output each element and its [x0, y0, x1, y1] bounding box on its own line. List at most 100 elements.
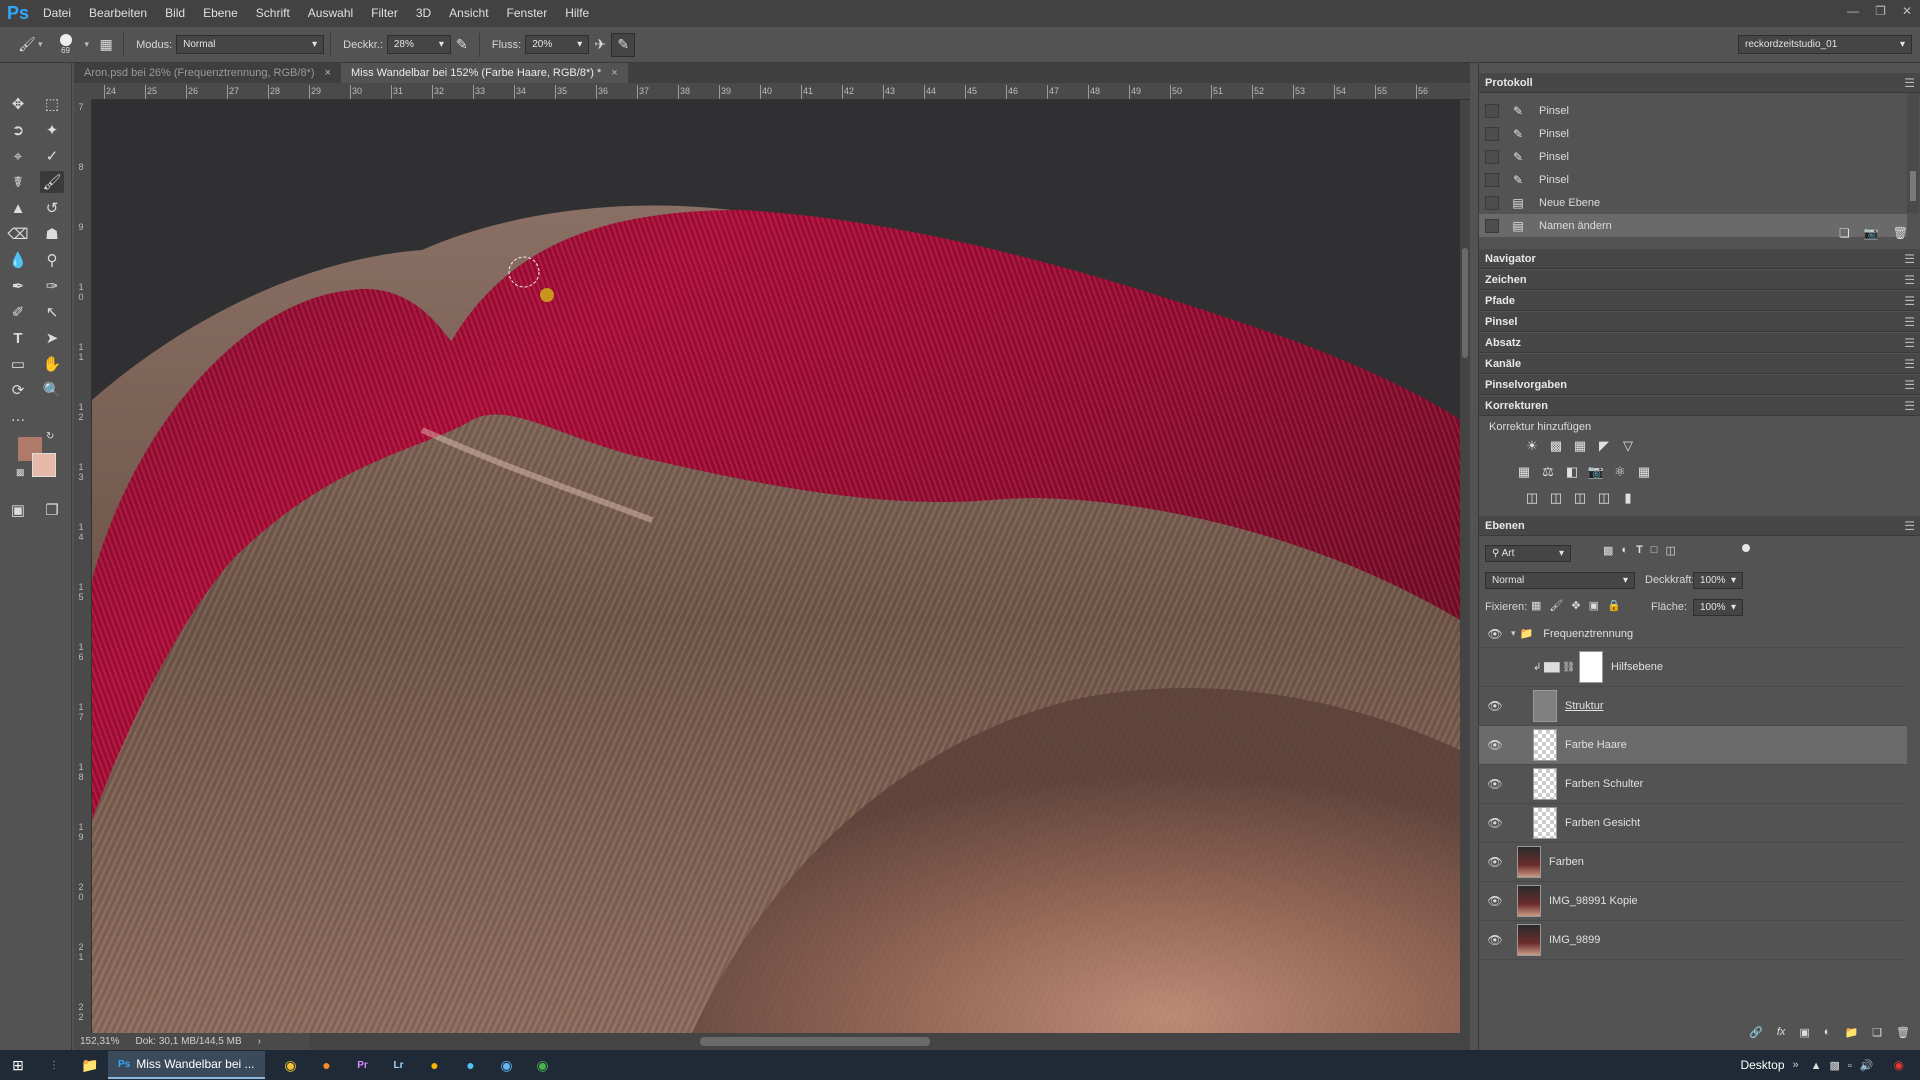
layer-thumbnail[interactable] [1517, 885, 1541, 917]
new-layer-icon[interactable]: ❏ [1872, 1026, 1882, 1039]
scroll-thumb[interactable] [1462, 248, 1468, 358]
add-mask-icon[interactable]: ▣ [1799, 1026, 1809, 1039]
pixel-layer-filter-icon[interactable]: ▩ [1603, 544, 1613, 557]
airbrush-icon[interactable]: ✈ [589, 34, 611, 56]
panel-header-4[interactable]: Absatz ☰ [1479, 333, 1920, 353]
layer-thumbnail[interactable] [1517, 846, 1541, 878]
history-state[interactable]: ▤ Neue Ebene [1479, 191, 1907, 214]
history-state[interactable]: ✎ Pinsel [1479, 145, 1907, 168]
history-source-checkbox[interactable] [1485, 149, 1499, 164]
layer-row[interactable]: 👁 Struktur [1479, 687, 1907, 726]
task-view-icon[interactable]: ⋮ [36, 1050, 72, 1080]
new-document-from-state-icon[interactable]: ❏ [1839, 226, 1850, 240]
layer-name[interactable]: Farbe Haare [1565, 739, 1627, 751]
layer-thumbnail[interactable] [1579, 651, 1604, 683]
layer-row[interactable]: 👁 IMG_98991 Kopie [1479, 882, 1907, 921]
mode-select[interactable]: Normal ▾ [176, 35, 325, 54]
screen-mode-icon[interactable]: ❐ [40, 499, 64, 521]
eye-icon[interactable]: 👁 [1483, 627, 1507, 641]
brightness-icon[interactable]: ☀ [1523, 437, 1541, 455]
close-tab-icon[interactable]: × [325, 63, 331, 83]
layer-row[interactable]: 👁 IMG_9899 [1479, 921, 1907, 960]
menu-item-7[interactable]: 3D [407, 0, 440, 27]
menu-item-1[interactable]: Bearbeiten [80, 0, 156, 27]
photo-filter-icon[interactable]: 📷 [1587, 463, 1605, 481]
adjustments-panel-header[interactable]: Korrekturen ☰ [1479, 396, 1920, 416]
eye-icon[interactable]: 👁 [1483, 816, 1507, 830]
adjustment-layer-filter-icon[interactable]: ◐ [1621, 544, 1628, 557]
color-lookup-icon[interactable]: ▦ [1635, 463, 1653, 481]
brush-tool-icon[interactable]: 🖌 [40, 171, 64, 193]
lock-position-icon[interactable]: ✥ [1571, 599, 1580, 612]
eye-icon[interactable]: 👁 [1483, 738, 1507, 752]
menu-item-5[interactable]: Auswahl [299, 0, 362, 27]
tray-icons[interactable]: ▲▩▫🔊 [1811, 1059, 1882, 1072]
hand-tool-icon[interactable]: ✋ [40, 353, 64, 375]
new-group-icon[interactable]: 📁 [1844, 1026, 1858, 1039]
layer-style-icon[interactable]: fx [1777, 1026, 1786, 1039]
selective-color-icon[interactable]: ◫ [1595, 489, 1613, 507]
new-adjustment-layer-icon[interactable]: ◐ [1824, 1026, 1831, 1039]
eye-icon[interactable]: 👁 [1483, 855, 1507, 869]
history-source-checkbox[interactable] [1485, 172, 1499, 187]
app-icon-2[interactable]: ● [417, 1050, 453, 1080]
close-icon[interactable]: ✕ [1902, 4, 1912, 18]
layer-row[interactable]: 👁 Farbe Haare [1479, 726, 1907, 765]
firefox-icon[interactable]: ● [309, 1050, 345, 1080]
panel-menu-icon[interactable]: ☰ [1904, 76, 1915, 90]
history-brush-tool-icon[interactable]: ↺ [40, 197, 64, 219]
layer-name[interactable]: IMG_98991 Kopie [1549, 895, 1638, 907]
color-balance-icon[interactable]: ⚖ [1539, 463, 1557, 481]
quick-mask-icon[interactable]: ▣ [6, 499, 30, 521]
link-layers-icon[interactable]: 🔗 [1749, 1026, 1763, 1039]
history-state[interactable]: ✎ Pinsel [1479, 168, 1907, 191]
layer-opacity-field[interactable]: 100% ▾ [1693, 572, 1743, 589]
freeform-pen-tool-icon[interactable]: ✑ [40, 275, 64, 297]
fill-field[interactable]: 100% ▾ [1693, 599, 1743, 616]
lock-pixels-icon[interactable]: 🖌 [1549, 599, 1563, 612]
lock-artboard-icon[interactable]: ▣ [1589, 599, 1599, 612]
curvature-pen-tool-icon[interactable]: ✐ [6, 301, 30, 323]
panel-menu-icon[interactable]: ☰ [1904, 336, 1915, 350]
panel-header-3[interactable]: Pinsel ☰ [1479, 312, 1920, 332]
chevron-down-icon[interactable]: ▾ [85, 39, 90, 50]
eraser-tool-icon[interactable]: ⌫ [6, 223, 30, 245]
crop-tool-icon[interactable]: ⌖ [6, 145, 30, 167]
type-layer-filter-icon[interactable]: T [1636, 544, 1643, 557]
lock-all-icon[interactable]: 🔒 [1607, 599, 1621, 612]
panel-menu-icon[interactable]: ☰ [1904, 294, 1915, 308]
panel-menu-icon[interactable]: ☰ [1904, 273, 1915, 287]
scroll-thumb[interactable] [700, 1037, 930, 1046]
lasso-tool-icon[interactable]: ➲ [6, 119, 30, 141]
pressure-size-icon[interactable]: ✎ [611, 32, 636, 57]
panel-menu-icon[interactable]: ☰ [1904, 357, 1915, 371]
layer-thumbnail[interactable] [1533, 768, 1557, 800]
menu-item-9[interactable]: Fenster [498, 0, 557, 27]
chevron-right-icon[interactable]: » [1793, 1059, 1799, 1071]
shape-layer-filter-icon[interactable]: □ [1651, 544, 1658, 557]
panel-menu-icon[interactable]: ☰ [1904, 519, 1915, 533]
document-tab-1[interactable]: Miss Wandelbar bei 152% (Farbe Haare, RG… [340, 63, 628, 83]
layer-name[interactable]: Farben Gesicht [1565, 817, 1640, 829]
document-tab-0[interactable]: Aron.psd bei 26% (Frequenztrennung, RGB/… [74, 63, 341, 83]
trash-icon[interactable]: 🗑 [1896, 1026, 1910, 1039]
premiere-icon[interactable]: Pr [345, 1050, 381, 1080]
invert-icon[interactable]: ◫ [1523, 489, 1541, 507]
eyedropper-tool-icon[interactable]: ✓ [40, 145, 64, 167]
paint-bucket-tool-icon[interactable]: ☗ [40, 223, 64, 245]
black-white-icon[interactable]: ◧ [1563, 463, 1581, 481]
workspace-select[interactable]: reckordzeitstudio_01 ▾ [1738, 35, 1912, 54]
chevron-down-icon[interactable]: ▾ [38, 39, 43, 50]
panel-menu-icon[interactable]: ☰ [1904, 315, 1915, 329]
move-tool-icon[interactable]: ✥ [6, 93, 30, 115]
layer-name[interactable]: Farben [1549, 856, 1584, 868]
direct-selection-tool-icon[interactable]: ➤ [40, 327, 64, 349]
close-tab-icon[interactable]: × [611, 63, 617, 83]
dodge-tool-icon[interactable]: ⚲ [40, 249, 64, 271]
panel-menu-icon[interactable]: ☰ [1904, 399, 1915, 413]
posterize-icon[interactable]: ◫ [1547, 489, 1565, 507]
pressure-opacity-icon[interactable]: ✎ [451, 34, 473, 56]
more-tools-icon[interactable]: … [6, 405, 30, 427]
eye-icon[interactable]: 👁 [1483, 894, 1507, 908]
menu-item-3[interactable]: Ebene [194, 0, 247, 27]
